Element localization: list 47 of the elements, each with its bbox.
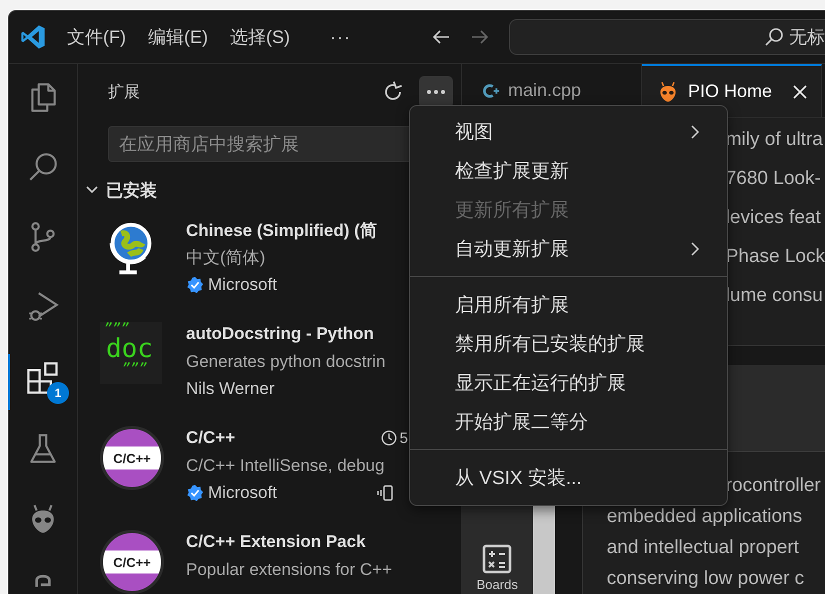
- chevron-icon: [689, 124, 701, 140]
- menu-item[interactable]: 禁用所有已安装的扩展: [410, 324, 727, 363]
- history-icon: [380, 429, 398, 447]
- cpp-file-icon: [482, 82, 500, 100]
- menu-item[interactable]: 编辑(E): [148, 25, 208, 49]
- cpp-logo-icon: C/C++: [100, 530, 164, 594]
- description-text: embedded applications: [606, 504, 802, 529]
- doc-logo-icon: ””” doc ”””: [100, 322, 162, 384]
- more-menu[interactable]: ···: [330, 26, 351, 48]
- menu-item[interactable]: 显示正在运行的扩展: [410, 363, 727, 402]
- more-icon: [426, 89, 446, 95]
- close-icon[interactable]: [792, 84, 808, 100]
- extension-name: C/C++: [186, 428, 236, 448]
- extension-description: Generates python docstrin: [186, 351, 386, 373]
- description-text: and intellectual propert: [606, 536, 799, 560]
- extension-item[interactable]: C/C++ C/C++ Extension Pack Popular extensions for C++: [78, 528, 461, 594]
- search-icon: [764, 27, 784, 47]
- device-icon[interactable]: [376, 483, 396, 503]
- cpp-logo-icon: C/C++: [100, 426, 164, 490]
- publisher-name: Microsoft: [208, 275, 277, 295]
- chevron-icon: [689, 240, 701, 256]
- activation-time: 5: [400, 430, 408, 446]
- menu-item[interactable]: 从 VSIX 安装...: [410, 458, 727, 497]
- activity-bar-item[interactable]: [26, 290, 60, 324]
- more-actions-button[interactable]: [419, 76, 453, 108]
- menu-item[interactable]: 自动更新扩展: [410, 229, 727, 268]
- sidebar-title: 扩展: [108, 82, 141, 102]
- menu-item[interactable]: 文件(F): [67, 25, 126, 49]
- menu-item[interactable]: 开始扩展二等分: [410, 402, 727, 441]
- description-text: 7680 Look-: [726, 167, 821, 191]
- app-logo-icon: [19, 23, 47, 51]
- publisher-name: Nils Werner: [186, 379, 274, 399]
- publisher-name: Microsoft: [208, 483, 277, 503]
- extension-name: autoDocstring - Python: [186, 324, 375, 344]
- description-text: rocontroller: [726, 474, 821, 498]
- menu-item[interactable]: 选择(S): [230, 25, 290, 49]
- notification-badge: 1: [47, 382, 69, 404]
- extension-description: Popular extensions for C++: [186, 559, 394, 581]
- description-text: Phase Lock: [726, 245, 825, 269]
- extension-name: C/C++ Extension Pack: [186, 532, 367, 552]
- extension-name: Chinese (Simplified) (简: [186, 220, 378, 242]
- boards-nav-item[interactable]: Boards: [476, 543, 518, 594]
- extension-description: C/C++ IntelliSense, debug: [186, 455, 386, 477]
- extension-description: 中文(简体): [186, 247, 266, 269]
- menu-item[interactable]: 启用所有扩展: [410, 285, 727, 324]
- description-text: conserving low power c: [606, 566, 804, 591]
- command-center[interactable]: 无标: [508, 19, 825, 55]
